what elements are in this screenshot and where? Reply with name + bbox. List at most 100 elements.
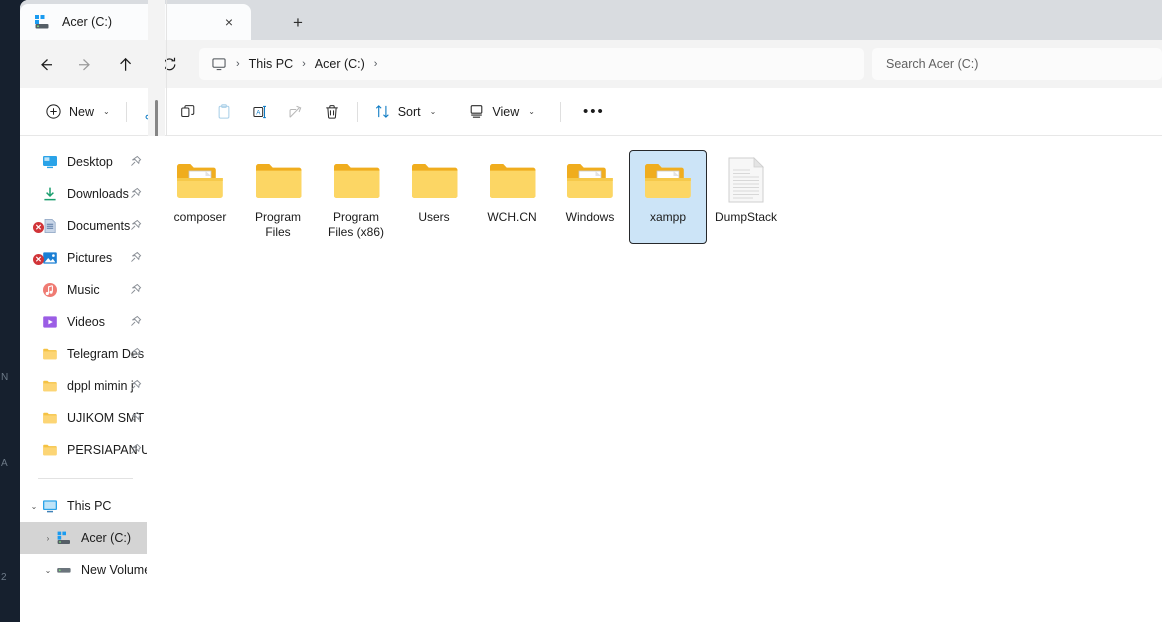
trash-icon [323, 103, 341, 121]
file-item[interactable]: WCH.CN [473, 150, 551, 244]
file-explorer-window: Acer (C:) × + › This PC › Acer (C:) › Se… [20, 0, 1162, 622]
back-button[interactable] [27, 48, 63, 80]
sidebar-item-music[interactable]: Music [20, 274, 147, 306]
sidebar-item-persiapan-u[interactable]: PERSIAPAN U [20, 434, 147, 466]
breadcrumb-separator-0: › [236, 58, 240, 70]
rename-button[interactable]: A [242, 96, 278, 128]
file-item[interactable]: Program Files (x86) [317, 150, 395, 244]
share-button[interactable] [278, 96, 314, 128]
search-input[interactable]: Search Acer (C:) [872, 48, 1162, 80]
drive-icon [33, 13, 51, 31]
sort-label: Sort [397, 104, 421, 119]
chevron-down-icon: ⌄ [528, 107, 535, 116]
file-name-label: Program Files [254, 210, 301, 239]
up-button[interactable] [107, 48, 143, 80]
new-button[interactable]: New ⌄ [36, 96, 119, 128]
chevron-down-icon[interactable]: ⌄ [40, 566, 56, 575]
toolbar-divider-1 [125, 101, 127, 122]
chevron-down-icon[interactable]: ⌄ [26, 502, 42, 511]
pin-icon[interactable] [129, 251, 143, 265]
pin-icon[interactable] [129, 219, 143, 233]
chevron-down-icon: ⌄ [429, 107, 437, 116]
folder-icon [564, 156, 616, 204]
file-name-label: xampp [649, 210, 687, 224]
sidebar-item-telegram-des[interactable]: Telegram Des [20, 338, 147, 370]
sidebar-item-desktop[interactable]: Desktop [20, 146, 147, 178]
file-item[interactable]: xampp [629, 150, 707, 244]
folder-icon [42, 410, 58, 426]
file-name-label: Program Files (x86) [327, 210, 384, 239]
sort-button[interactable]: Sort ⌄ [365, 96, 446, 128]
pin-icon[interactable] [129, 347, 143, 361]
pin-icon[interactable] [129, 379, 143, 393]
sidebar-tree-label: New Volume ( [81, 563, 147, 577]
sidebar-tree-label: Acer (C:) [81, 531, 131, 545]
breadcrumb-item-this-pc[interactable]: This PC [249, 57, 293, 71]
sidebar-tree-item-this-pc[interactable]: ⌄ This PC [20, 490, 147, 522]
delete-button[interactable] [314, 96, 350, 128]
sidebar-item-ujikom-smt[interactable]: UJIKOM SMT [20, 402, 147, 434]
folder-icon [330, 156, 382, 204]
sidebar-divider [38, 478, 133, 479]
file-name-label: DumpStack [714, 210, 778, 224]
copy-icon [179, 103, 197, 121]
file-item[interactable]: DumpStack [707, 150, 785, 244]
sidebar-item-downloads[interactable]: Downloads [20, 178, 147, 210]
sidebar-item-dppl-mimin-j[interactable]: dppl mimin j [20, 370, 147, 402]
view-button[interactable]: View ⌄ [459, 96, 544, 128]
rename-icon: A [251, 103, 269, 121]
sort-icon [374, 103, 391, 120]
music-icon [42, 282, 58, 298]
pin-icon[interactable] [129, 155, 143, 169]
pin-icon[interactable] [129, 187, 143, 201]
paste-button[interactable] [206, 96, 242, 128]
sidebar-item-documents[interactable]: ✕ Documents [20, 210, 147, 242]
downloads-icon [42, 186, 58, 202]
pictures-icon [42, 250, 58, 266]
sidebar-item-videos[interactable]: Videos [20, 306, 147, 338]
sync-error-badge: ✕ [33, 254, 44, 265]
backdrop-text-fragment: 2 [1, 572, 7, 583]
document-icon [720, 156, 772, 204]
address-bar-row: › This PC › Acer (C:) › Search Acer (C:) [20, 40, 1162, 88]
file-item[interactable]: Users [395, 150, 473, 244]
sidebar-tree-item-acer-c[interactable]: › Acer (C:) [20, 522, 147, 554]
clipboard-icon [215, 103, 233, 121]
drive-icon [56, 530, 72, 546]
volume-icon [56, 562, 72, 578]
file-item[interactable]: composer [161, 150, 239, 244]
tab-acer-c[interactable]: Acer (C:) × [20, 4, 251, 40]
close-icon[interactable]: × [217, 10, 241, 34]
chevron-right-icon[interactable]: › [40, 534, 56, 543]
breadcrumb-separator-1: › [302, 58, 306, 70]
pin-icon[interactable] [129, 411, 143, 425]
breadcrumb-separator-2[interactable]: › [374, 58, 378, 70]
command-bar: New ⌄ A Sort ⌄ View ⌄ ••• [20, 88, 1162, 136]
file-item[interactable]: Program Files [239, 150, 317, 244]
videos-icon [42, 314, 58, 330]
more-options-button[interactable]: ••• [574, 96, 614, 128]
copy-button[interactable] [170, 96, 206, 128]
sidebar-tree-item-new-volume[interactable]: ⌄ New Volume ( [20, 554, 147, 586]
breadcrumb-item-acer-c[interactable]: Acer (C:) [315, 57, 365, 71]
svg-text:A: A [256, 109, 261, 116]
folder-icon [252, 156, 304, 204]
pin-icon[interactable] [129, 443, 143, 457]
documents-icon [42, 218, 58, 234]
folder-icon [486, 156, 538, 204]
pin-icon[interactable] [129, 315, 143, 329]
sidebar-item-pictures[interactable]: ✕ Pictures [20, 242, 147, 274]
breadcrumb[interactable]: › This PC › Acer (C:) › [199, 48, 864, 80]
pin-icon[interactable] [129, 283, 143, 297]
explorer-body: Desktop Downloads ✕ Documents ✕ Pictures Music… [20, 0, 1162, 622]
view-label: View [492, 104, 520, 119]
file-item[interactable]: Windows [551, 150, 629, 244]
toolbar-divider-2 [356, 101, 358, 122]
new-tab-button[interactable]: + [283, 11, 313, 35]
share-icon [287, 103, 305, 121]
chevron-down-icon: ⌄ [103, 107, 110, 116]
forward-button[interactable] [67, 48, 103, 80]
search-placeholder: Search Acer (C:) [886, 57, 979, 71]
file-list[interactable]: composer Program Files Program Files (x86)… [147, 136, 1162, 622]
folder-icon [42, 346, 58, 362]
